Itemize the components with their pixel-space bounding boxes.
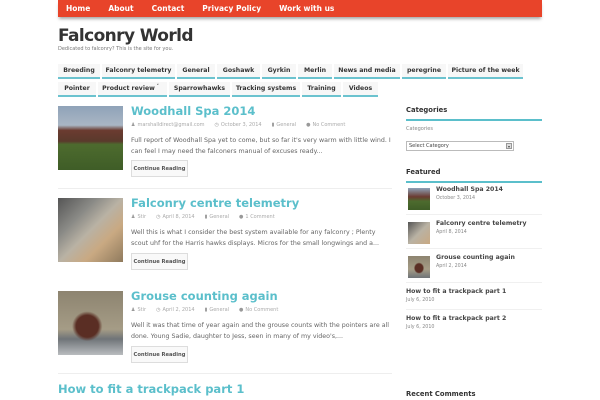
featured-thumbnail[interactable] <box>408 222 430 244</box>
featured-date: October 3, 2014 <box>436 196 476 201</box>
nav-falconry-telemetry[interactable]: Falconry telemetry <box>102 64 175 79</box>
comment-icon: ● <box>306 122 311 128</box>
widget-heading-recent-comments: Recent Comments <box>406 390 476 398</box>
nav-product-review-label: Product review <box>102 85 155 92</box>
continue-reading-button[interactable]: Continue Reading <box>131 346 188 363</box>
divider <box>406 282 542 283</box>
user-icon: ♟ <box>131 307 136 313</box>
user-icon: ♟ <box>131 214 136 220</box>
post-title[interactable]: Woodhall Spa 2014 <box>131 104 255 118</box>
category-select[interactable]: Select Category ▾ <box>406 141 514 151</box>
post-meta: ♟ marshalldirect@gmail.com ◷ October 3, 20… <box>131 122 345 128</box>
menu-about[interactable]: About <box>108 4 133 13</box>
featured-date: April 2, 2014 <box>436 264 467 269</box>
featured-thumbnail[interactable] <box>408 256 430 278</box>
post-title[interactable]: How to fit a trackpack part 1 <box>58 382 244 396</box>
featured-title[interactable]: Woodhall Spa 2014 <box>436 186 503 193</box>
post-category[interactable]: General <box>276 122 296 128</box>
post-excerpt: Well this is what I consider the best sy… <box>131 229 379 247</box>
clock-icon: ◷ <box>214 122 219 128</box>
nav-training[interactable]: Training <box>302 82 341 97</box>
dropdown-arrow-icon[interactable]: ▾ <box>506 143 512 149</box>
divider <box>406 248 542 249</box>
chevron-down-icon: ˅ <box>156 84 160 90</box>
category-nav-row2: Pointer Product review ˅ Sparrowhawks Tra… <box>58 82 378 97</box>
menu-contact[interactable]: Contact <box>152 4 185 13</box>
post-category[interactable]: General <box>209 307 229 313</box>
featured-date: April 8, 2014 <box>436 230 467 235</box>
post-title[interactable]: Falconry centre telemetry <box>131 196 299 210</box>
nav-news-and-media[interactable]: News and media <box>334 64 400 79</box>
nav-product-review[interactable]: Product review ˅ <box>98 82 167 97</box>
post-date: April 2, 2014 <box>162 307 195 313</box>
featured-thumbnail[interactable] <box>408 188 430 210</box>
folder-icon: ▮ <box>204 214 208 220</box>
continue-reading-button[interactable]: Continue Reading <box>131 160 188 177</box>
featured-title[interactable]: How to fit a trackpack part 1 <box>406 288 506 295</box>
menu-privacy-policy[interactable]: Privacy Policy <box>202 4 261 13</box>
featured-title[interactable]: How to fit a trackpack part 2 <box>406 315 506 322</box>
nav-merlin[interactable]: Merlin <box>298 64 332 79</box>
menu-home[interactable]: Home <box>66 4 90 13</box>
post-date: April 8, 2014 <box>162 214 195 220</box>
nav-general[interactable]: General <box>177 64 215 79</box>
nav-pointer[interactable]: Pointer <box>58 82 96 97</box>
post-excerpt: Full report of Woodhall Spa yet to come,… <box>131 137 391 155</box>
featured-title[interactable]: Falconry centre telemetry <box>436 220 527 227</box>
divider <box>58 373 392 374</box>
nav-tracking-systems[interactable]: Tracking systems <box>232 82 300 97</box>
post-thumbnail[interactable] <box>58 198 123 262</box>
divider <box>58 188 392 189</box>
post-date: October 3, 2014 <box>220 122 262 128</box>
widget-underline <box>406 119 542 121</box>
featured-date: July 6, 2010 <box>406 298 435 303</box>
featured-title[interactable]: Grouse counting again <box>436 254 515 261</box>
menu-work-with-us[interactable]: Work with us <box>279 4 334 13</box>
post-author[interactable]: marshalldirect@gmail.com <box>137 122 204 128</box>
nav-gyrkin[interactable]: Gyrkin <box>262 64 296 79</box>
post-comments[interactable]: No Comment <box>245 307 278 313</box>
featured-date: July 6, 2010 <box>406 325 435 330</box>
post-meta: ♟ Stir ◷ April 2, 2014 ▮ General ● No Commen… <box>131 307 278 313</box>
category-select-value: Select Category <box>409 143 449 149</box>
categories-label: Categories <box>406 126 433 132</box>
site-tagline: Dedicated to falconry? This is the site … <box>58 46 174 52</box>
post-thumbnail[interactable] <box>58 291 123 355</box>
post-thumbnail[interactable] <box>58 106 123 170</box>
folder-icon: ▮ <box>204 307 208 313</box>
user-icon: ♟ <box>131 122 136 128</box>
nav-peregrine[interactable]: peregrine <box>402 64 446 79</box>
post-category[interactable]: General <box>209 214 229 220</box>
clock-icon: ◷ <box>156 214 161 220</box>
post-author[interactable]: Stir <box>137 307 146 313</box>
comment-icon: ● <box>239 214 244 220</box>
continue-reading-button[interactable]: Continue Reading <box>131 253 188 270</box>
divider <box>406 309 542 310</box>
clock-icon: ◷ <box>156 307 161 313</box>
site-title[interactable]: Falconry World <box>58 26 194 46</box>
nav-goshawk[interactable]: Goshawk <box>217 64 260 79</box>
post-author[interactable]: Stir <box>137 214 146 220</box>
widget-heading-categories: Categories <box>406 106 448 114</box>
nav-breeding[interactable]: Breeding <box>58 64 100 79</box>
nav-videos[interactable]: Videos <box>343 82 378 97</box>
post-meta: ♟ Stir ◷ April 8, 2014 ▮ General ● 1 Comment <box>131 214 275 220</box>
nav-picture-of-the-week[interactable]: Picture of the week <box>448 64 523 79</box>
post-comments[interactable]: No Comment <box>312 122 345 128</box>
widget-heading-featured: Featured <box>406 168 441 176</box>
comment-icon: ● <box>239 307 244 313</box>
folder-icon: ▮ <box>271 122 275 128</box>
post-excerpt: Well it was that time of year again and … <box>131 322 390 340</box>
divider <box>406 214 542 215</box>
post-comments[interactable]: 1 Comment <box>245 214 274 220</box>
nav-sparrowhawks[interactable]: Sparrowhawks <box>169 82 230 97</box>
top-menu: Home About Contact Privacy Policy Work w… <box>58 0 542 17</box>
post-title[interactable]: Grouse counting again <box>131 289 278 303</box>
category-nav-row1: Breeding Falconry telemetry General Gosh… <box>58 64 523 79</box>
widget-underline <box>406 181 542 183</box>
